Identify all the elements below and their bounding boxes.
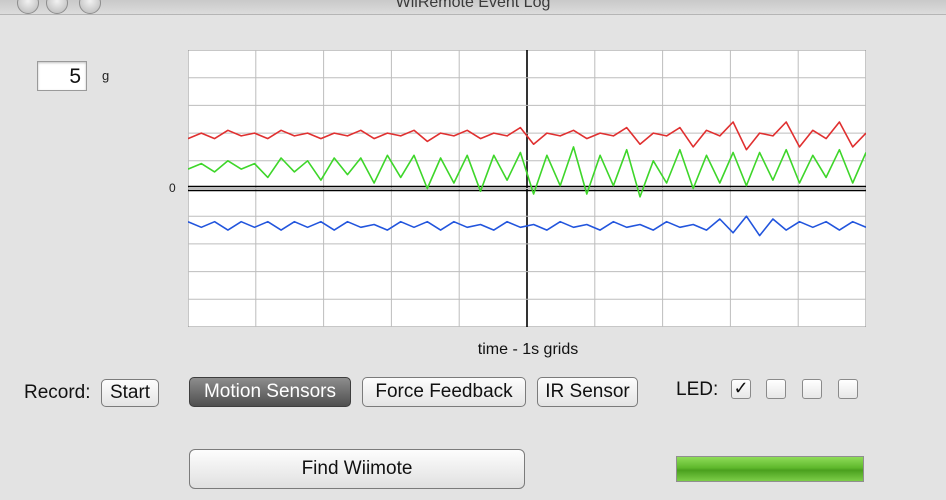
zero-axis-label: 0 xyxy=(169,181,176,195)
tab-motion-sensors[interactable]: Motion Sensors xyxy=(189,377,351,407)
find-wiimote-button[interactable]: Find Wiimote xyxy=(189,449,525,489)
motion-chart xyxy=(188,50,866,327)
battery-level-bar xyxy=(676,456,864,482)
led-3-checkbox[interactable] xyxy=(802,379,822,399)
x-axis-label: time - 1s grids xyxy=(477,341,579,358)
scale-input[interactable]: 5 xyxy=(37,61,87,91)
led-label: LED: xyxy=(676,379,719,400)
title-bar: WiiRemote Event Log xyxy=(0,0,946,15)
scale-unit-label: g xyxy=(102,68,110,83)
record-label: Record: xyxy=(24,382,91,403)
led-4-checkbox[interactable] xyxy=(838,379,858,399)
window-title: WiiRemote Event Log xyxy=(395,0,551,11)
led-1-checkbox[interactable]: ✓ xyxy=(731,379,751,399)
led-2-checkbox[interactable] xyxy=(766,379,786,399)
tab-ir-sensor[interactable]: IR Sensor xyxy=(537,377,638,407)
battery-level-fill xyxy=(677,457,863,481)
tab-force-feedback[interactable]: Force Feedback xyxy=(362,377,526,407)
start-record-button[interactable]: Start xyxy=(101,379,159,407)
